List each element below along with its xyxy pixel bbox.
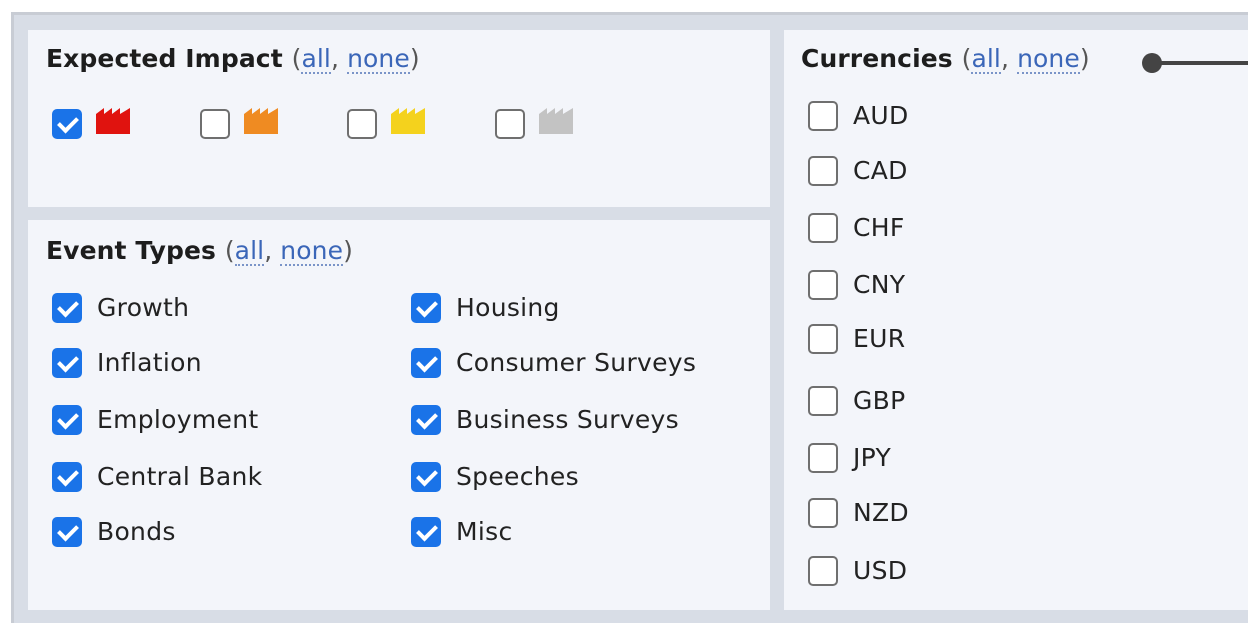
event-types-heading: Event Types (all, none): [46, 236, 353, 267]
red-factory-icon: [96, 108, 130, 134]
impact-checkbox-holiday[interactable]: [495, 109, 525, 139]
gray-factory-icon: [539, 108, 573, 134]
event-type-checkbox-speeches[interactable]: [411, 462, 441, 492]
event-type-label-bonds: Bonds: [97, 517, 176, 546]
currency-checkbox-aud[interactable]: [808, 101, 838, 131]
event-type-checkbox-consumer-surveys[interactable]: [411, 348, 441, 378]
orange-factory-icon: [244, 108, 278, 134]
event-type-label-growth: Growth: [97, 293, 190, 322]
impact-none-link[interactable]: none: [347, 45, 410, 75]
event-type-checkbox-inflation[interactable]: [52, 348, 82, 378]
event-type-checkbox-growth[interactable]: [52, 293, 82, 323]
currencies-all-link[interactable]: all: [971, 45, 1001, 75]
currency-checkbox-chf[interactable]: [808, 213, 838, 243]
currency-label-usd: USD: [853, 556, 908, 585]
impact-checkbox-medium[interactable]: [200, 109, 230, 139]
currency-label-cny: CNY: [853, 270, 906, 299]
event-type-checkbox-employment[interactable]: [52, 405, 82, 435]
currency-label-nzd: NZD: [853, 498, 909, 527]
event-types-none-link[interactable]: none: [280, 237, 344, 267]
event-type-label-consumer-surveys: Consumer Surveys: [456, 348, 697, 377]
currency-label-chf: CHF: [853, 213, 905, 242]
currencies-none-link[interactable]: none: [1017, 45, 1080, 75]
event-types-title: Event Types: [46, 236, 216, 265]
event-type-label-speeches: Speeches: [456, 462, 579, 491]
expected-impact-heading: Expected Impact (all, none): [46, 44, 420, 75]
expected-impact-title: Expected Impact: [46, 44, 283, 73]
impact-all-link[interactable]: all: [301, 45, 331, 75]
event-type-checkbox-misc[interactable]: [411, 517, 441, 547]
event-type-checkbox-business-surveys[interactable]: [411, 405, 441, 435]
currencies-heading: Currencies (all, none): [801, 44, 1090, 75]
event-type-label-housing: Housing: [456, 293, 560, 322]
currency-checkbox-jpy[interactable]: [808, 443, 838, 473]
event-type-label-inflation: Inflation: [97, 348, 202, 377]
event-type-label-employment: Employment: [97, 405, 259, 434]
currency-label-jpy: JPY: [853, 443, 892, 472]
currency-checkbox-usd[interactable]: [808, 556, 838, 586]
currency-checkbox-cad[interactable]: [808, 156, 838, 186]
currency-checkbox-eur[interactable]: [808, 324, 838, 354]
currency-label-cad: CAD: [853, 156, 908, 185]
currency-label-eur: EUR: [853, 324, 906, 353]
impact-checkbox-high[interactable]: [52, 109, 82, 139]
currency-label-aud: AUD: [853, 101, 909, 130]
event-type-label-misc: Misc: [456, 517, 513, 546]
event-type-checkbox-central-bank[interactable]: [52, 462, 82, 492]
event-types-all-link[interactable]: all: [234, 237, 265, 267]
yellow-factory-icon: [391, 108, 425, 134]
event-type-label-business-surveys: Business Surveys: [456, 405, 679, 434]
currency-label-gbp: GBP: [853, 386, 906, 415]
currency-checkbox-gbp[interactable]: [808, 386, 838, 416]
currency-checkbox-nzd[interactable]: [808, 498, 838, 528]
event-type-checkbox-housing[interactable]: [411, 293, 441, 323]
currency-checkbox-cny[interactable]: [808, 270, 838, 300]
currencies-title: Currencies: [801, 44, 953, 73]
event-type-checkbox-bonds[interactable]: [52, 517, 82, 547]
event-type-label-central-bank: Central Bank: [97, 462, 263, 491]
impact-checkbox-low[interactable]: [347, 109, 377, 139]
annotation-connector-dot: [1142, 53, 1162, 73]
